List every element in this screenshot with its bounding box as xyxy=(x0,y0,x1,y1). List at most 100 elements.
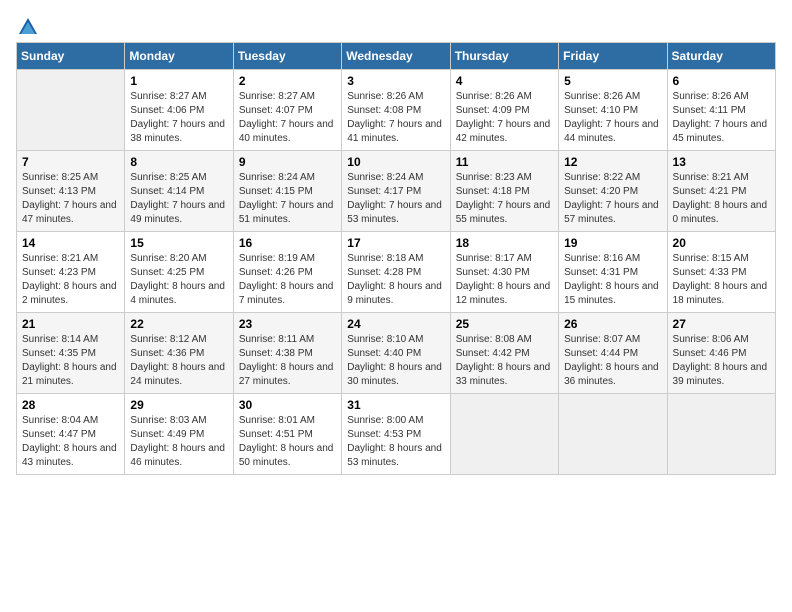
sunrise-text: Sunrise: 8:11 AM xyxy=(239,333,336,347)
calendar-week-row: 28Sunrise: 8:04 AMSunset: 4:47 PMDayligh… xyxy=(17,394,776,475)
day-number: 31 xyxy=(347,398,444,412)
sunrise-text: Sunrise: 8:16 AM xyxy=(564,252,661,266)
day-number: 2 xyxy=(239,74,336,88)
calendar-cell: 4Sunrise: 8:26 AMSunset: 4:09 PMDaylight… xyxy=(450,70,558,151)
daylight-text: Daylight: 8 hours and 27 minutes. xyxy=(239,361,336,389)
day-info: Sunrise: 8:25 AMSunset: 4:13 PMDaylight:… xyxy=(22,171,119,227)
daylight-text: Daylight: 8 hours and 15 minutes. xyxy=(564,280,661,308)
calendar-cell: 13Sunrise: 8:21 AMSunset: 4:21 PMDayligh… xyxy=(667,151,775,232)
day-info: Sunrise: 8:00 AMSunset: 4:53 PMDaylight:… xyxy=(347,414,444,470)
day-info: Sunrise: 8:22 AMSunset: 4:20 PMDaylight:… xyxy=(564,171,661,227)
daylight-text: Daylight: 8 hours and 39 minutes. xyxy=(673,361,770,389)
day-info: Sunrise: 8:15 AMSunset: 4:33 PMDaylight:… xyxy=(673,252,770,308)
day-info: Sunrise: 8:08 AMSunset: 4:42 PMDaylight:… xyxy=(456,333,553,389)
weekday-header-row: SundayMondayTuesdayWednesdayThursdayFrid… xyxy=(17,43,776,70)
sunrise-text: Sunrise: 8:19 AM xyxy=(239,252,336,266)
daylight-text: Daylight: 8 hours and 2 minutes. xyxy=(22,280,119,308)
daylight-text: Daylight: 8 hours and 50 minutes. xyxy=(239,442,336,470)
sunset-text: Sunset: 4:09 PM xyxy=(456,104,553,118)
calendar-cell: 2Sunrise: 8:27 AMSunset: 4:07 PMDaylight… xyxy=(233,70,341,151)
calendar-cell xyxy=(17,70,125,151)
day-number: 19 xyxy=(564,236,661,250)
day-number: 20 xyxy=(673,236,770,250)
sunset-text: Sunset: 4:17 PM xyxy=(347,185,444,199)
day-info: Sunrise: 8:18 AMSunset: 4:28 PMDaylight:… xyxy=(347,252,444,308)
sunrise-text: Sunrise: 8:27 AM xyxy=(130,90,227,104)
sunset-text: Sunset: 4:31 PM xyxy=(564,266,661,280)
day-number: 22 xyxy=(130,317,227,331)
day-info: Sunrise: 8:26 AMSunset: 4:08 PMDaylight:… xyxy=(347,90,444,146)
sunset-text: Sunset: 4:40 PM xyxy=(347,347,444,361)
sunrise-text: Sunrise: 8:24 AM xyxy=(347,171,444,185)
day-info: Sunrise: 8:27 AMSunset: 4:06 PMDaylight:… xyxy=(130,90,227,146)
daylight-text: Daylight: 8 hours and 46 minutes. xyxy=(130,442,227,470)
sunrise-text: Sunrise: 8:10 AM xyxy=(347,333,444,347)
weekday-header-tuesday: Tuesday xyxy=(233,43,341,70)
calendar-week-row: 7Sunrise: 8:25 AMSunset: 4:13 PMDaylight… xyxy=(17,151,776,232)
day-number: 5 xyxy=(564,74,661,88)
calendar-week-row: 21 Sunrise: 8:14 AMSunset: 4:35 PMDayligh… xyxy=(17,313,776,394)
sunset-text: Sunset: 4:28 PM xyxy=(347,266,444,280)
calendar-cell: 23Sunrise: 8:11 AMSunset: 4:38 PMDayligh… xyxy=(233,313,341,394)
calendar-cell: 19 Sunrise: 8:16 AMSunset: 4:31 PMDayligh… xyxy=(559,232,667,313)
day-number: 11 xyxy=(456,155,553,169)
day-info: Sunrise: 8:17 AMSunset: 4:30 PMDaylight:… xyxy=(456,252,553,308)
calendar-cell: 7Sunrise: 8:25 AMSunset: 4:13 PMDaylight… xyxy=(17,151,125,232)
day-number: 27 xyxy=(673,317,770,331)
day-info: Sunrise: 8:21 AMSunset: 4:21 PMDaylight:… xyxy=(673,171,770,227)
daylight-text: Daylight: 8 hours and 0 minutes. xyxy=(673,199,770,227)
sunset-text: Sunset: 4:10 PM xyxy=(564,104,661,118)
day-number: 21 xyxy=(22,317,119,331)
sunset-text: Sunset: 4:46 PM xyxy=(673,347,770,361)
daylight-text: Daylight: 7 hours and 53 minutes. xyxy=(347,199,444,227)
daylight-text: Daylight: 7 hours and 41 minutes. xyxy=(347,118,444,146)
daylight-text: Daylight: 7 hours and 44 minutes. xyxy=(564,118,661,146)
sunrise-text: Sunrise: 8:26 AM xyxy=(347,90,444,104)
calendar-cell: 10 Sunrise: 8:24 AMSunset: 4:17 PMDayligh… xyxy=(342,151,450,232)
daylight-text: Daylight: 7 hours and 57 minutes. xyxy=(564,199,661,227)
sunrise-text: Sunrise: 8:04 AM xyxy=(22,414,119,428)
day-number: 10 xyxy=(347,155,444,169)
day-number: 26 xyxy=(564,317,661,331)
sunrise-text: Sunrise: 8:07 AM xyxy=(564,333,661,347)
daylight-text: Daylight: 8 hours and 18 minutes. xyxy=(673,280,770,308)
day-number: 12 xyxy=(564,155,661,169)
day-info: Sunrise: 8:01 AMSunset: 4:51 PMDaylight:… xyxy=(239,414,336,470)
day-info: Sunrise: 8:16 AMSunset: 4:31 PMDaylight:… xyxy=(564,252,661,308)
day-number: 25 xyxy=(456,317,553,331)
sunset-text: Sunset: 4:47 PM xyxy=(22,428,119,442)
sunrise-text: Sunrise: 8:01 AM xyxy=(239,414,336,428)
sunset-text: Sunset: 4:49 PM xyxy=(130,428,227,442)
daylight-text: Daylight: 7 hours and 55 minutes. xyxy=(456,199,553,227)
daylight-text: Daylight: 8 hours and 12 minutes. xyxy=(456,280,553,308)
day-info: Sunrise: 8:14 AMSunset: 4:35 PMDaylight:… xyxy=(22,333,119,389)
sunrise-text: Sunrise: 8:15 AM xyxy=(673,252,770,266)
sunrise-text: Sunrise: 8:12 AM xyxy=(130,333,227,347)
calendar-cell: 14Sunrise: 8:21 AMSunset: 4:23 PMDayligh… xyxy=(17,232,125,313)
day-number: 9 xyxy=(239,155,336,169)
daylight-text: Daylight: 7 hours and 42 minutes. xyxy=(456,118,553,146)
day-number: 29 xyxy=(130,398,227,412)
sunset-text: Sunset: 4:33 PM xyxy=(673,266,770,280)
logo xyxy=(16,16,40,34)
daylight-text: Daylight: 8 hours and 24 minutes. xyxy=(130,361,227,389)
calendar-cell: 22Sunrise: 8:12 AMSunset: 4:36 PMDayligh… xyxy=(125,313,233,394)
sunset-text: Sunset: 4:26 PM xyxy=(239,266,336,280)
sunset-text: Sunset: 4:23 PM xyxy=(22,266,119,280)
calendar-cell: 8Sunrise: 8:25 AMSunset: 4:14 PMDaylight… xyxy=(125,151,233,232)
weekday-header-sunday: Sunday xyxy=(17,43,125,70)
day-info: Sunrise: 8:24 AMSunset: 4:17 PMDaylight:… xyxy=(347,171,444,227)
day-info: Sunrise: 8:10 AMSunset: 4:40 PMDaylight:… xyxy=(347,333,444,389)
calendar-cell xyxy=(450,394,558,475)
sunset-text: Sunset: 4:18 PM xyxy=(456,185,553,199)
calendar-cell: 18Sunrise: 8:17 AMSunset: 4:30 PMDayligh… xyxy=(450,232,558,313)
calendar-table: SundayMondayTuesdayWednesdayThursdayFrid… xyxy=(16,42,776,475)
day-number: 3 xyxy=(347,74,444,88)
calendar-cell: 29Sunrise: 8:03 AMSunset: 4:49 PMDayligh… xyxy=(125,394,233,475)
sunrise-text: Sunrise: 8:17 AM xyxy=(456,252,553,266)
day-info: Sunrise: 8:11 AMSunset: 4:38 PMDaylight:… xyxy=(239,333,336,389)
day-info: Sunrise: 8:06 AMSunset: 4:46 PMDaylight:… xyxy=(673,333,770,389)
calendar-cell: 28Sunrise: 8:04 AMSunset: 4:47 PMDayligh… xyxy=(17,394,125,475)
day-info: Sunrise: 8:20 AMSunset: 4:25 PMDaylight:… xyxy=(130,252,227,308)
calendar-cell: 21 Sunrise: 8:14 AMSunset: 4:35 PMDayligh… xyxy=(17,313,125,394)
